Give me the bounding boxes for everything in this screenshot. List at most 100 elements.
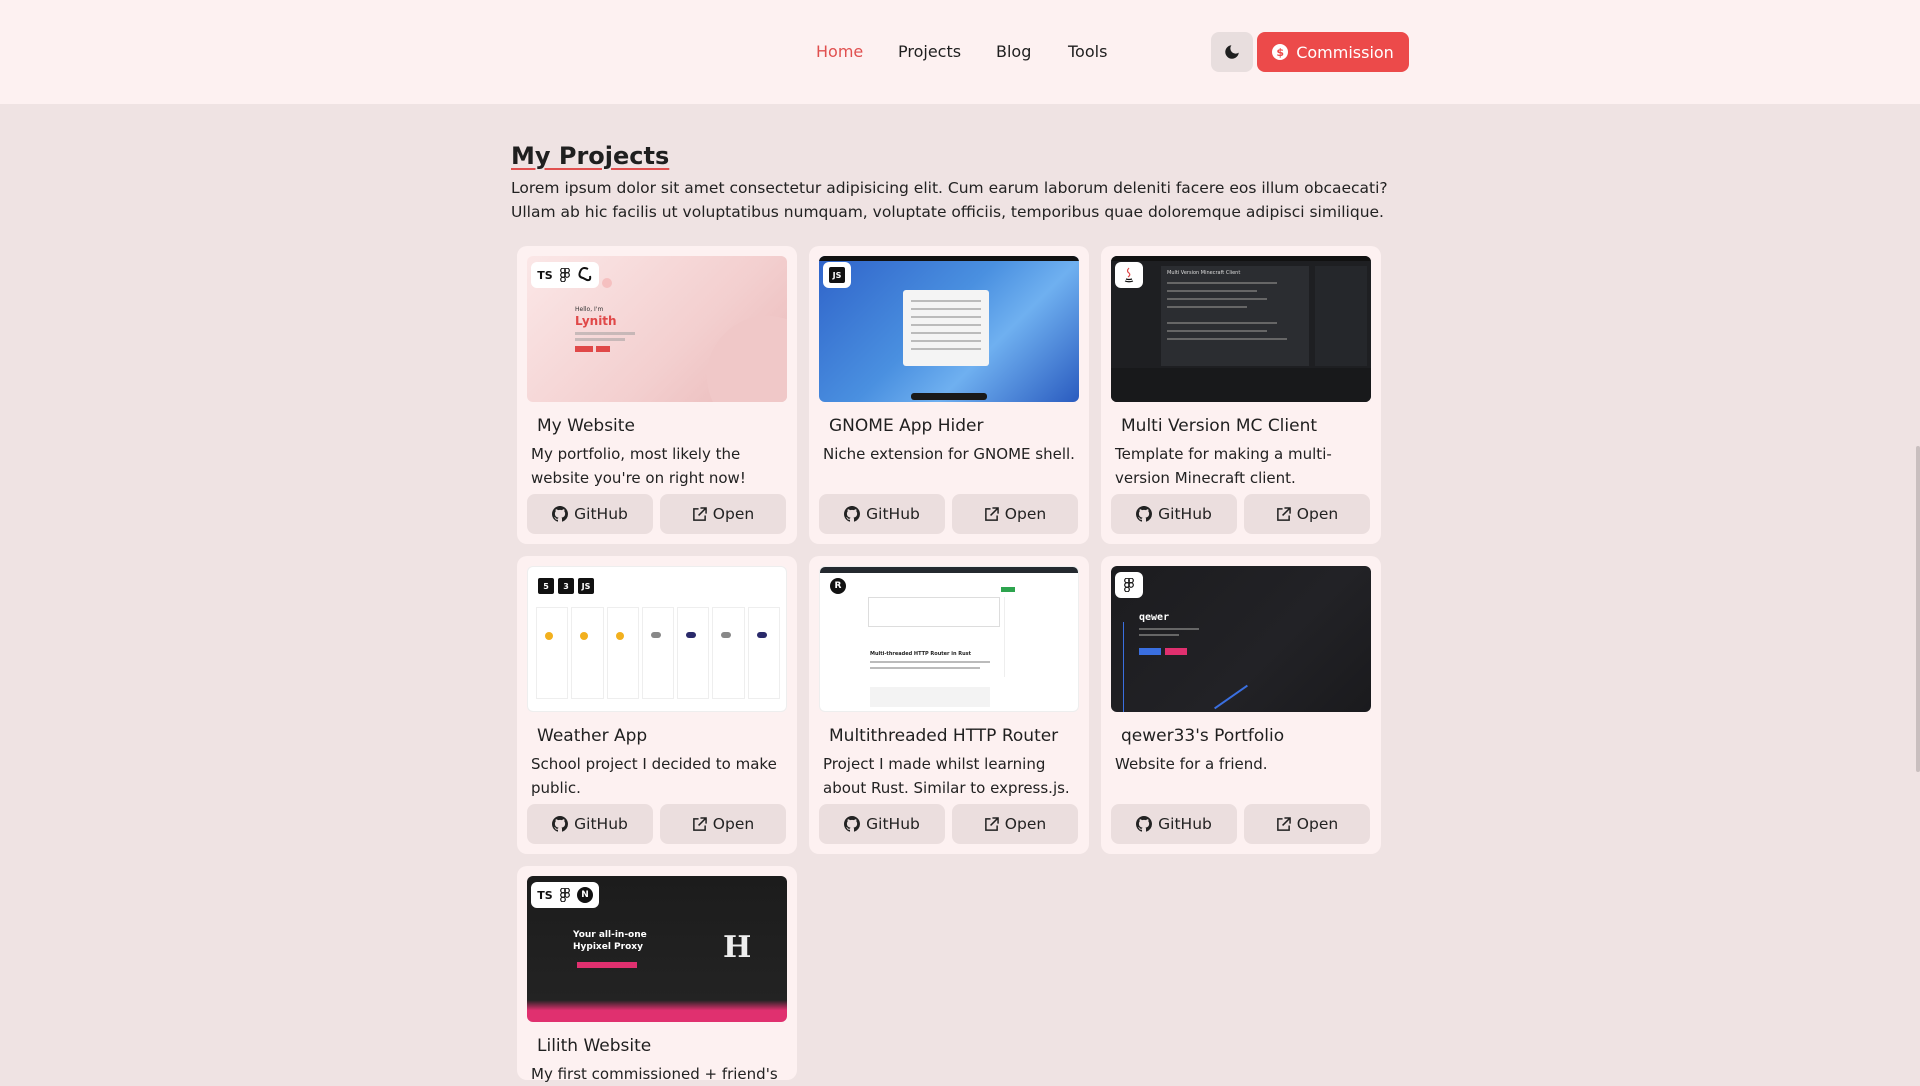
project-thumbnail[interactable]: Your all-in-one Hypixel Proxy H TS N	[527, 876, 787, 1022]
open-button[interactable]: Open	[1244, 804, 1370, 844]
project-card-multi-version-mc-client: Multi Version Minecraft Client Multi Ver…	[1101, 246, 1381, 544]
thumb-button	[575, 346, 593, 352]
project-thumbnail[interactable]: JS	[819, 256, 1079, 402]
tech-badges	[1115, 572, 1143, 598]
open-label: Open	[1296, 815, 1339, 833]
github-button[interactable]: GitHub	[527, 494, 653, 534]
project-card-my-website: Hello, I'm Lynith TS My Website My portf…	[517, 246, 797, 544]
javascript-badge: JS	[578, 578, 594, 594]
thumb-dialog	[903, 290, 989, 366]
nav-link-home[interactable]: Home	[816, 42, 863, 61]
project-thumbnail[interactable]: Hello, I'm Lynith TS	[527, 256, 787, 402]
thumb-topbar	[820, 567, 1078, 573]
thumb-name: Lynith	[575, 314, 617, 328]
external-link-icon	[1276, 506, 1291, 521]
github-icon	[1136, 506, 1153, 522]
external-link-icon	[984, 506, 999, 521]
github-icon	[844, 816, 861, 832]
open-button[interactable]: Open	[660, 494, 786, 534]
css3-icon: 3	[558, 578, 574, 594]
external-link-icon	[692, 816, 707, 831]
project-description: School project I decided to make public.	[531, 755, 777, 797]
lilith-logo: H	[723, 930, 752, 965]
figma-icon	[557, 267, 573, 283]
projects-section: My Projects Lorem ipsum dolor sit amet c…	[511, 140, 1391, 224]
project-card-weather-app: 5 3 JS Weather App School project I deci…	[517, 556, 797, 854]
figma-icon	[1121, 577, 1137, 593]
nextjs-badge: N	[577, 887, 593, 903]
open-button[interactable]: Open	[1244, 494, 1370, 534]
figma-icon	[557, 887, 573, 903]
external-link-icon	[1276, 816, 1291, 831]
github-label: GitHub	[574, 505, 628, 523]
project-thumbnail[interactable]: Multi-threaded HTTP Router in Rust R	[819, 566, 1079, 712]
github-button[interactable]: GitHub	[527, 804, 653, 844]
thumb-editor: Multi Version Minecraft Client	[1161, 266, 1309, 366]
github-button[interactable]: GitHub	[1111, 494, 1237, 534]
commission-label: Commission	[1296, 42, 1394, 62]
dollar-coin-icon: $	[1272, 44, 1289, 60]
main-nav: Home Projects Blog Tools	[0, 0, 1920, 104]
github-icon	[552, 506, 569, 522]
thumb-accent-line	[1123, 622, 1124, 712]
nav-link-tools[interactable]: Tools	[1068, 42, 1107, 61]
thumb-topbar	[819, 256, 1079, 261]
thumb-headline-2: Hypixel Proxy	[573, 942, 643, 952]
project-title: Multi Version MC Client	[1121, 416, 1318, 436]
project-card-lilith-website: Your all-in-one Hypixel Proxy H TS N Lil…	[517, 866, 797, 1083]
java-icon	[1121, 267, 1137, 283]
thumb-text-line	[575, 332, 635, 335]
project-title: Multithreaded HTTP Router	[829, 726, 1059, 746]
html5-icon: 5	[538, 578, 554, 594]
open-label: Open	[712, 815, 755, 833]
page-intro: Lorem ipsum dolor sit amet consectetur a…	[511, 179, 1388, 221]
nav-link-projects[interactable]: Projects	[898, 42, 961, 61]
javascript-badge: JS	[829, 267, 845, 283]
github-button[interactable]: GitHub	[819, 804, 945, 844]
github-label: GitHub	[866, 505, 920, 523]
project-thumbnail[interactable]: 5 3 JS	[527, 566, 787, 712]
thumb-readme-title: Multi-threaded HTTP Router in Rust	[870, 651, 972, 657]
project-thumbnail[interactable]: qewer	[1111, 566, 1371, 712]
theme-toggle-button[interactable]	[1211, 32, 1253, 72]
thumb-dock	[911, 393, 987, 400]
typescript-badge: TS	[537, 268, 553, 282]
svelte-icon	[577, 267, 593, 283]
github-label: GitHub	[1158, 505, 1212, 523]
commission-button[interactable]: $ Commission	[1257, 32, 1409, 72]
thumb-sidebar	[1315, 266, 1367, 366]
github-button[interactable]: GitHub	[1111, 804, 1237, 844]
project-description: My first commissioned + friend's	[531, 1065, 778, 1083]
moon-icon	[1225, 45, 1239, 59]
thumb-about-panel	[1001, 587, 1065, 677]
open-button[interactable]: Open	[660, 804, 786, 844]
open-label: Open	[1296, 505, 1339, 523]
github-button[interactable]: GitHub	[819, 494, 945, 534]
github-icon	[552, 816, 569, 832]
project-card-qewer33-portfolio: qewer qewer33's Portfolio Website for a …	[1101, 556, 1381, 854]
thumb-forecast-row	[536, 607, 780, 699]
tech-badges: JS	[823, 262, 851, 288]
github-label: GitHub	[574, 815, 628, 833]
page-title: My Projects	[511, 142, 670, 170]
project-title: GNOME App Hider	[829, 416, 984, 436]
typescript-badge: TS	[537, 888, 553, 902]
nav-link-blog[interactable]: Blog	[996, 42, 1031, 61]
project-title: qewer33's Portfolio	[1121, 726, 1285, 746]
project-description: Niche extension for GNOME shell.	[823, 445, 1075, 463]
thumb-button	[596, 346, 610, 352]
tech-badges	[1115, 262, 1143, 288]
thumb-heading: Multi Version Minecraft Client	[1167, 270, 1241, 276]
project-card-http-router: Multi-threaded HTTP Router in Rust R Mul…	[809, 556, 1089, 854]
open-button[interactable]: Open	[952, 804, 1078, 844]
project-title: Weather App	[537, 726, 648, 746]
project-thumbnail[interactable]: Multi Version Minecraft Client	[1111, 256, 1371, 402]
page-scrollbar[interactable]	[1916, 446, 1920, 772]
rust-icon: R	[830, 578, 846, 594]
open-button[interactable]: Open	[952, 494, 1078, 534]
tech-badges: TS N	[531, 882, 599, 908]
project-description: Project I made whilst learning about Rus…	[823, 755, 1070, 797]
decorative-dot	[602, 278, 612, 288]
project-card-gnome-app-hider: JS GNOME App Hider Niche extension for G…	[809, 246, 1089, 544]
thumb-name: qewer	[1139, 612, 1170, 623]
